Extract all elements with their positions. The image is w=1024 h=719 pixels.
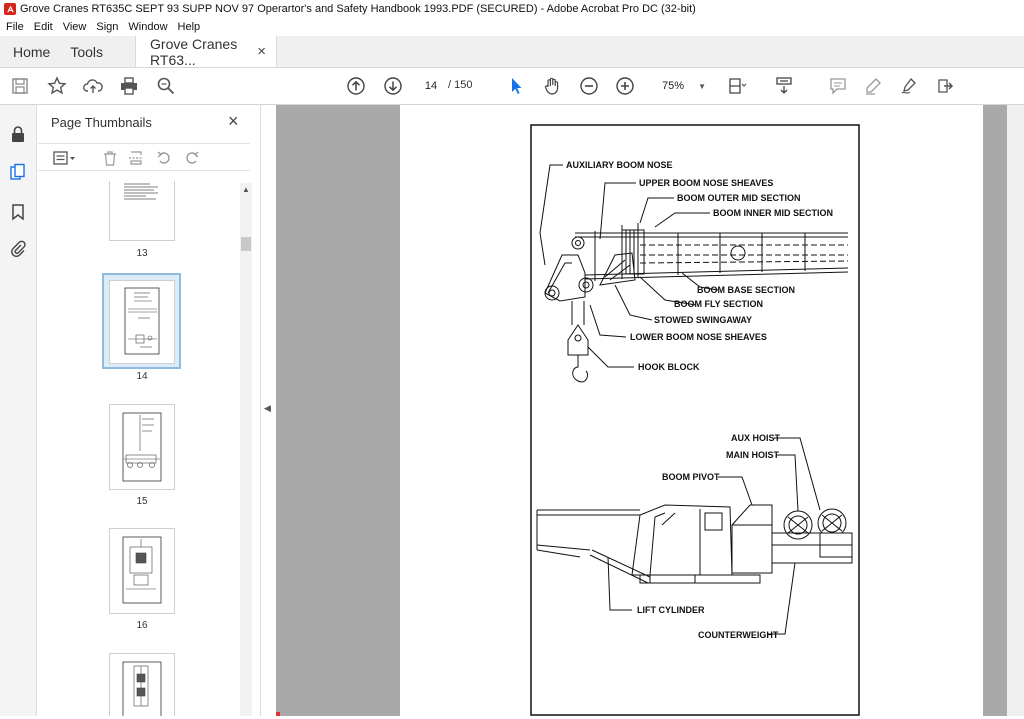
tab-bar: Home Tools Grove Cranes RT63... ×: [0, 36, 1024, 68]
zoom-out-icon[interactable]: [578, 75, 600, 97]
label-main-hoist: MAIN HOIST: [726, 450, 780, 460]
options-menu-icon[interactable]: [51, 148, 79, 168]
insert-page-icon[interactable]: [126, 148, 146, 168]
panel-collapse-bar[interactable]: ◀: [260, 105, 276, 716]
close-panel-icon[interactable]: ×: [228, 111, 239, 132]
page-count: / 150: [448, 79, 473, 91]
previous-page-icon[interactable]: [345, 75, 367, 97]
menu-help[interactable]: Help: [178, 21, 201, 33]
thumbnail-page-16[interactable]: [109, 528, 175, 614]
bookmark-star-icon[interactable]: [46, 75, 68, 97]
page-number-input[interactable]: 14: [417, 75, 445, 97]
zoom-level-select[interactable]: 75% ▼: [652, 76, 710, 96]
thumbnail-page-17[interactable]: [109, 653, 175, 716]
tab-document[interactable]: Grove Cranes RT63... ×: [135, 35, 278, 68]
scroll-up-arrow-icon[interactable]: ▲: [242, 185, 250, 194]
menu-view[interactable]: View: [63, 21, 87, 33]
menu-edit[interactable]: Edit: [34, 21, 53, 33]
document-scrollbar[interactable]: [1007, 105, 1024, 716]
panel-toolbar: [38, 143, 250, 171]
chevron-down-icon: ▼: [698, 81, 706, 91]
tab-tools[interactable]: Tools: [60, 36, 113, 67]
thumbnail-scrollbar[interactable]: ▲: [240, 183, 252, 716]
panel-title: Page Thumbnails: [51, 115, 152, 130]
bookmarks-icon[interactable]: [8, 202, 28, 222]
rotate-left-icon[interactable]: [154, 148, 174, 168]
thumbnail-list: 13 14 15 16: [38, 181, 240, 716]
page-thumbnails-panel: Page Thumbnails × 13 14 15 16: [38, 105, 260, 716]
main-toolbar: 14 / 150 75% ▼: [0, 68, 1024, 105]
label-boom-fly-section: BOOM FLY SECTION: [674, 299, 763, 309]
sign-pen-icon[interactable]: [898, 75, 920, 97]
share-send-icon[interactable]: [934, 75, 956, 97]
find-search-icon[interactable]: [155, 75, 177, 97]
rotate-right-icon[interactable]: [182, 148, 202, 168]
label-boom-base-section: BOOM BASE SECTION: [697, 285, 795, 295]
label-aux-hoist: AUX HOIST: [731, 433, 781, 443]
thumbnail-label: 15: [136, 496, 148, 507]
label-lower-boom-nose-sheaves: LOWER BOOM NOSE SHEAVES: [630, 332, 767, 342]
menu-file[interactable]: File: [6, 21, 24, 33]
thumbnail-page-15[interactable]: [109, 404, 175, 490]
window-title: Grove Cranes RT635C SEPT 93 SUPP NOV 97 …: [20, 3, 696, 15]
comment-icon[interactable]: [827, 75, 849, 97]
page-thumbnails-icon[interactable]: [8, 162, 28, 182]
page-position-marker: [276, 712, 280, 716]
label-counterweight: COUNTERWEIGHT: [698, 630, 779, 640]
attachments-icon[interactable]: [8, 238, 28, 258]
thumbnail-label: 13: [136, 248, 148, 259]
menu-window[interactable]: Window: [128, 21, 167, 33]
left-navigation-rail: [0, 105, 37, 716]
acrobat-app-icon: [4, 3, 16, 15]
label-boom-inner-mid-section: BOOM INNER MID SECTION: [713, 208, 833, 218]
thumbnail-label: 16: [136, 620, 148, 631]
upload-cloud-icon[interactable]: [82, 75, 104, 97]
zoom-level-value: 75%: [662, 80, 685, 92]
collapse-arrow-icon[interactable]: ◀: [264, 403, 271, 414]
label-boom-outer-mid-section: BOOM OUTER MID SECTION: [677, 193, 801, 203]
label-lift-cylinder: LIFT CYLINDER: [637, 605, 705, 615]
label-upper-boom-nose-sheaves: UPPER BOOM NOSE SHEAVES: [639, 178, 773, 188]
document-viewer[interactable]: AUXILIARY BOOM NOSE UPPER BOOM NOSE SHEA…: [276, 105, 1024, 716]
lock-security-icon[interactable]: [8, 124, 28, 144]
menu-sign[interactable]: Sign: [96, 21, 118, 33]
thumbnail-page-13[interactable]: [109, 181, 175, 241]
zoom-in-icon[interactable]: [614, 75, 636, 97]
save-icon[interactable]: [9, 75, 31, 97]
thumbnail-page-14[interactable]: [109, 280, 175, 364]
window-titlebar: Grove Cranes RT635C SEPT 93 SUPP NOV 97 …: [0, 0, 1024, 18]
next-page-icon[interactable]: [382, 75, 404, 97]
thumbnail-label: 14: [136, 371, 148, 382]
scroll-mode-icon[interactable]: [773, 75, 795, 97]
tab-document-label: Grove Cranes RT63...: [150, 35, 238, 68]
label-hook-block: HOOK BLOCK: [638, 362, 700, 372]
page-display-icon[interactable]: [726, 75, 748, 97]
label-boom-pivot: BOOM PIVOT: [662, 472, 720, 482]
print-icon[interactable]: [118, 75, 140, 97]
select-cursor-icon[interactable]: [505, 75, 527, 97]
label-auxiliary-boom-nose: AUXILIARY BOOM NOSE: [566, 160, 673, 170]
document-page: AUXILIARY BOOM NOSE UPPER BOOM NOSE SHEA…: [400, 105, 983, 716]
close-tab-icon[interactable]: ×: [257, 43, 266, 60]
label-stowed-swingaway: STOWED SWINGAWAY: [654, 315, 752, 325]
hand-tool-icon[interactable]: [541, 75, 563, 97]
highlight-pen-icon[interactable]: [862, 75, 884, 97]
scrollbar-thumb[interactable]: [241, 237, 251, 251]
menu-bar: File Edit View Sign Window Help: [0, 18, 1024, 36]
crane-component-diagram: AUXILIARY BOOM NOSE UPPER BOOM NOSE SHEA…: [530, 124, 860, 716]
tab-home[interactable]: Home: [0, 36, 60, 67]
delete-page-icon[interactable]: [100, 148, 120, 168]
